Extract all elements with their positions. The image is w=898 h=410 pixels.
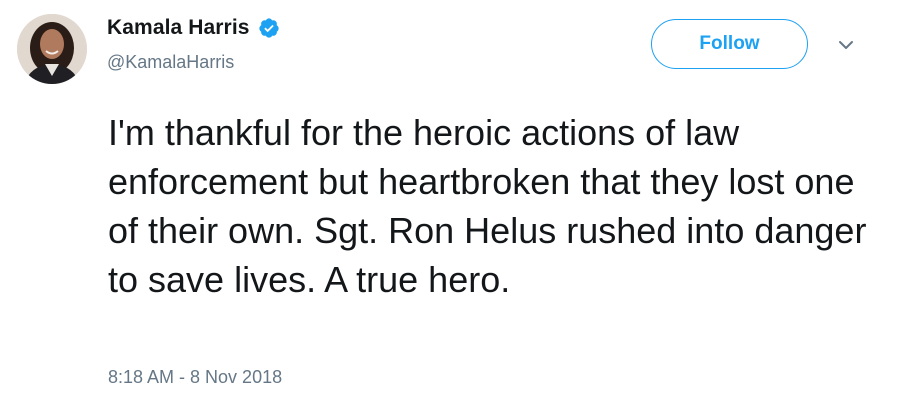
chevron-down-icon[interactable] (836, 38, 856, 52)
follow-button[interactable]: Follow (651, 19, 808, 69)
avatar[interactable] (17, 14, 87, 84)
author-handle[interactable]: @KamalaHarris (107, 52, 234, 73)
author-name[interactable]: Kamala Harris (107, 16, 250, 40)
author-row: Kamala Harris (107, 16, 280, 40)
tweet-timestamp[interactable]: 8:18 AM - 8 Nov 2018 (108, 367, 282, 388)
verified-badge-icon (258, 17, 280, 39)
profile-photo (17, 14, 87, 84)
tweet-text: I'm thankful for the heroic actions of l… (108, 112, 867, 300)
